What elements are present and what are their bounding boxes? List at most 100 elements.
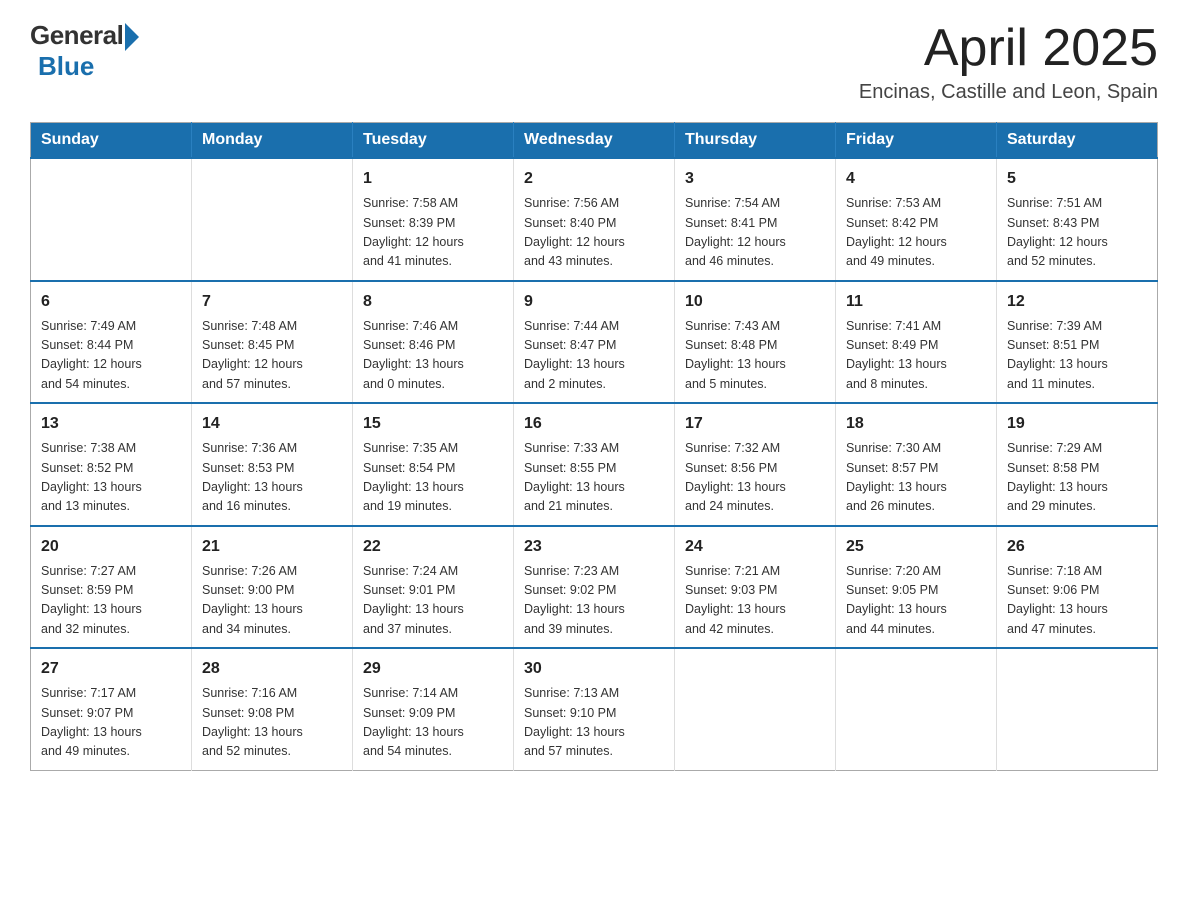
day-info-24: Sunrise: 7:21 AMSunset: 9:03 PMDaylight:…	[685, 562, 825, 640]
calendar-week-1: 1 Sunrise: 7:58 AMSunset: 8:39 PMDaylight…	[31, 158, 1158, 281]
day-number-3: 3	[685, 167, 825, 191]
day-number-25: 25	[846, 535, 986, 559]
calendar-week-2: 6 Sunrise: 7:49 AMSunset: 8:44 PMDaylight…	[31, 281, 1158, 404]
calendar-day-17: 17 Sunrise: 7:32 AMSunset: 8:56 PMDayligh…	[675, 403, 836, 526]
weekday-header-saturday: Saturday	[997, 123, 1158, 159]
day-info-18: Sunrise: 7:30 AMSunset: 8:57 PMDaylight:…	[846, 439, 986, 517]
calendar-day-5: 5 Sunrise: 7:51 AMSunset: 8:43 PMDaylight…	[997, 158, 1158, 281]
day-number-20: 20	[41, 535, 181, 559]
day-info-8: Sunrise: 7:46 AMSunset: 8:46 PMDaylight:…	[363, 317, 503, 395]
weekday-header-sunday: Sunday	[31, 123, 192, 159]
day-info-26: Sunrise: 7:18 AMSunset: 9:06 PMDaylight:…	[1007, 562, 1147, 640]
day-number-17: 17	[685, 412, 825, 436]
day-number-7: 7	[202, 290, 342, 314]
calendar-day-26: 26 Sunrise: 7:18 AMSunset: 9:06 PMDayligh…	[997, 526, 1158, 649]
location-title: Encinas, Castille and Leon, Spain	[859, 81, 1158, 104]
day-number-23: 23	[524, 535, 664, 559]
day-number-13: 13	[41, 412, 181, 436]
logo-blue-text: Blue	[38, 51, 94, 82]
weekday-header-thursday: Thursday	[675, 123, 836, 159]
calendar-day-19: 19 Sunrise: 7:29 AMSunset: 8:58 PMDayligh…	[997, 403, 1158, 526]
calendar-week-5: 27 Sunrise: 7:17 AMSunset: 9:07 PMDayligh…	[31, 648, 1158, 770]
month-title: April 2025	[859, 20, 1158, 77]
calendar-day-14: 14 Sunrise: 7:36 AMSunset: 8:53 PMDayligh…	[192, 403, 353, 526]
calendar-day-11: 11 Sunrise: 7:41 AMSunset: 8:49 PMDayligh…	[836, 281, 997, 404]
calendar-day-13: 13 Sunrise: 7:38 AMSunset: 8:52 PMDayligh…	[31, 403, 192, 526]
calendar-day-29: 29 Sunrise: 7:14 AMSunset: 9:09 PMDayligh…	[353, 648, 514, 770]
day-info-30: Sunrise: 7:13 AMSunset: 9:10 PMDaylight:…	[524, 684, 664, 762]
weekday-header-wednesday: Wednesday	[514, 123, 675, 159]
day-number-29: 29	[363, 657, 503, 681]
page-header: General Blue April 2025 Encinas, Castill…	[30, 20, 1158, 104]
day-number-24: 24	[685, 535, 825, 559]
day-info-25: Sunrise: 7:20 AMSunset: 9:05 PMDaylight:…	[846, 562, 986, 640]
day-number-2: 2	[524, 167, 664, 191]
day-number-10: 10	[685, 290, 825, 314]
day-info-27: Sunrise: 7:17 AMSunset: 9:07 PMDaylight:…	[41, 684, 181, 762]
weekday-header-monday: Monday	[192, 123, 353, 159]
calendar-day-7: 7 Sunrise: 7:48 AMSunset: 8:45 PMDaylight…	[192, 281, 353, 404]
day-info-23: Sunrise: 7:23 AMSunset: 9:02 PMDaylight:…	[524, 562, 664, 640]
day-number-1: 1	[363, 167, 503, 191]
calendar-day-24: 24 Sunrise: 7:21 AMSunset: 9:03 PMDayligh…	[675, 526, 836, 649]
day-number-14: 14	[202, 412, 342, 436]
calendar-day-30: 30 Sunrise: 7:13 AMSunset: 9:10 PMDayligh…	[514, 648, 675, 770]
calendar-empty-cell	[675, 648, 836, 770]
logo-arrow-icon	[125, 23, 139, 51]
day-info-5: Sunrise: 7:51 AMSunset: 8:43 PMDaylight:…	[1007, 194, 1147, 272]
day-info-3: Sunrise: 7:54 AMSunset: 8:41 PMDaylight:…	[685, 194, 825, 272]
day-number-22: 22	[363, 535, 503, 559]
day-info-19: Sunrise: 7:29 AMSunset: 8:58 PMDaylight:…	[1007, 439, 1147, 517]
day-number-18: 18	[846, 412, 986, 436]
calendar-empty-cell	[997, 648, 1158, 770]
calendar-day-10: 10 Sunrise: 7:43 AMSunset: 8:48 PMDayligh…	[675, 281, 836, 404]
day-info-21: Sunrise: 7:26 AMSunset: 9:00 PMDaylight:…	[202, 562, 342, 640]
calendar-week-4: 20 Sunrise: 7:27 AMSunset: 8:59 PMDayligh…	[31, 526, 1158, 649]
day-info-11: Sunrise: 7:41 AMSunset: 8:49 PMDaylight:…	[846, 317, 986, 395]
day-info-2: Sunrise: 7:56 AMSunset: 8:40 PMDaylight:…	[524, 194, 664, 272]
day-info-16: Sunrise: 7:33 AMSunset: 8:55 PMDaylight:…	[524, 439, 664, 517]
day-number-15: 15	[363, 412, 503, 436]
day-number-5: 5	[1007, 167, 1147, 191]
day-info-20: Sunrise: 7:27 AMSunset: 8:59 PMDaylight:…	[41, 562, 181, 640]
calendar-day-21: 21Sunrise: 7:26 AMSunset: 9:00 PMDayligh…	[192, 526, 353, 649]
day-info-9: Sunrise: 7:44 AMSunset: 8:47 PMDaylight:…	[524, 317, 664, 395]
day-info-4: Sunrise: 7:53 AMSunset: 8:42 PMDaylight:…	[846, 194, 986, 272]
title-block: April 2025 Encinas, Castille and Leon, S…	[859, 20, 1158, 104]
calendar-body: 1 Sunrise: 7:58 AMSunset: 8:39 PMDaylight…	[31, 158, 1158, 770]
day-number-11: 11	[846, 290, 986, 314]
calendar-day-6: 6 Sunrise: 7:49 AMSunset: 8:44 PMDaylight…	[31, 281, 192, 404]
day-number-8: 8	[363, 290, 503, 314]
day-info-6: Sunrise: 7:49 AMSunset: 8:44 PMDaylight:…	[41, 317, 181, 395]
logo-general-text: General	[30, 20, 123, 51]
day-number-27: 27	[41, 657, 181, 681]
day-info-12: Sunrise: 7:39 AMSunset: 8:51 PMDaylight:…	[1007, 317, 1147, 395]
calendar-day-9: 9Sunrise: 7:44 AMSunset: 8:47 PMDaylight…	[514, 281, 675, 404]
weekday-header-row: SundayMondayTuesdayWednesdayThursdayFrid…	[31, 123, 1158, 159]
calendar-day-20: 20 Sunrise: 7:27 AMSunset: 8:59 PMDayligh…	[31, 526, 192, 649]
calendar-empty-cell	[192, 158, 353, 281]
day-info-22: Sunrise: 7:24 AMSunset: 9:01 PMDaylight:…	[363, 562, 503, 640]
calendar-header: SundayMondayTuesdayWednesdayThursdayFrid…	[31, 123, 1158, 159]
day-number-19: 19	[1007, 412, 1147, 436]
calendar-day-18: 18 Sunrise: 7:30 AMSunset: 8:57 PMDayligh…	[836, 403, 997, 526]
calendar-day-4: 4Sunrise: 7:53 AMSunset: 8:42 PMDaylight…	[836, 158, 997, 281]
day-info-15: Sunrise: 7:35 AMSunset: 8:54 PMDaylight:…	[363, 439, 503, 517]
day-info-29: Sunrise: 7:14 AMSunset: 9:09 PMDaylight:…	[363, 684, 503, 762]
calendar-day-16: 16Sunrise: 7:33 AMSunset: 8:55 PMDayligh…	[514, 403, 675, 526]
day-info-28: Sunrise: 7:16 AMSunset: 9:08 PMDaylight:…	[202, 684, 342, 762]
day-number-26: 26	[1007, 535, 1147, 559]
day-number-12: 12	[1007, 290, 1147, 314]
day-number-30: 30	[524, 657, 664, 681]
weekday-header-friday: Friday	[836, 123, 997, 159]
calendar-day-22: 22 Sunrise: 7:24 AMSunset: 9:01 PMDayligh…	[353, 526, 514, 649]
calendar-day-1: 1 Sunrise: 7:58 AMSunset: 8:39 PMDaylight…	[353, 158, 514, 281]
day-info-10: Sunrise: 7:43 AMSunset: 8:48 PMDaylight:…	[685, 317, 825, 395]
day-info-7: Sunrise: 7:48 AMSunset: 8:45 PMDaylight:…	[202, 317, 342, 395]
day-info-14: Sunrise: 7:36 AMSunset: 8:53 PMDaylight:…	[202, 439, 342, 517]
day-number-6: 6	[41, 290, 181, 314]
day-info-1: Sunrise: 7:58 AMSunset: 8:39 PMDaylight:…	[363, 194, 503, 272]
day-info-17: Sunrise: 7:32 AMSunset: 8:56 PMDaylight:…	[685, 439, 825, 517]
day-info-13: Sunrise: 7:38 AMSunset: 8:52 PMDaylight:…	[41, 439, 181, 517]
calendar-day-15: 15 Sunrise: 7:35 AMSunset: 8:54 PMDayligh…	[353, 403, 514, 526]
